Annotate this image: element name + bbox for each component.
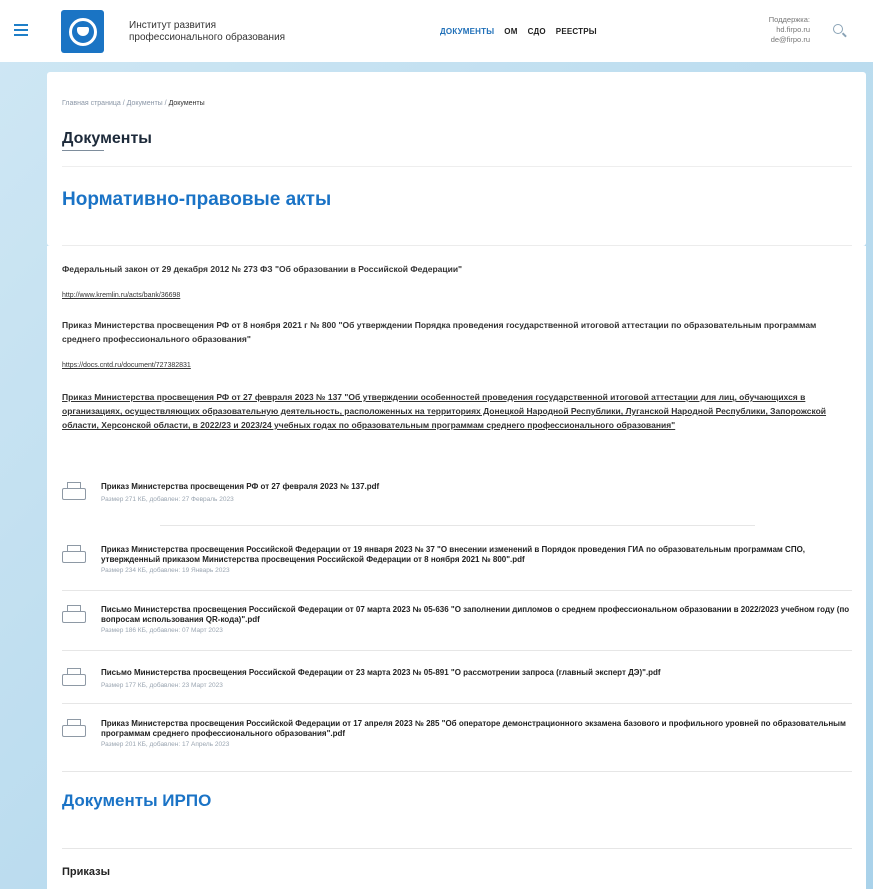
divider xyxy=(62,703,852,704)
file-meta: Размер 201 КБ, добавлен: 17 Апрель 2023 xyxy=(101,741,230,748)
breadcrumb-separator: / xyxy=(122,100,125,107)
nav-registries[interactable]: РЕЕСТРЫ xyxy=(556,27,597,36)
order-800-title: Приказ Министерства просвещения РФ от 8 … xyxy=(62,320,817,344)
file-title[interactable]: Приказ Министерства просвещения РФ от 27… xyxy=(101,482,861,492)
title-underline xyxy=(62,150,104,151)
divider xyxy=(62,650,852,651)
support-email-de[interactable]: de@firpo.ru xyxy=(769,35,810,45)
page-header-card xyxy=(47,72,866,246)
main-nav: ДОКУМЕНТЫ ОМ СДО РЕЕСТРЫ xyxy=(440,27,597,36)
search-icon[interactable] xyxy=(831,22,849,40)
divider xyxy=(62,848,852,849)
file-title[interactable]: Приказ Министерства просвещения Российск… xyxy=(101,719,861,739)
printer-icon xyxy=(62,545,86,565)
law-273-title: Федеральный закон от 29 декабря 2012 № 2… xyxy=(62,264,463,274)
file-title[interactable]: Письмо Министерства просвещения Российск… xyxy=(101,668,861,678)
nav-om[interactable]: ОМ xyxy=(504,27,517,36)
site-header: Институт развития профессионального обра… xyxy=(0,0,873,62)
support-email-hd[interactable]: hd.firpo.ru xyxy=(769,25,810,35)
divider xyxy=(160,525,755,526)
subsection-title-orders: Приказы xyxy=(62,866,111,878)
breadcrumb-current: Документы xyxy=(168,100,205,107)
divider xyxy=(62,166,852,167)
org-name[interactable]: Институт развития профессионального обра… xyxy=(129,20,285,44)
file-title[interactable]: Приказ Министерства просвещения Российск… xyxy=(101,545,861,565)
section-title-normative: Нормативно-правовые акты xyxy=(62,189,332,210)
support-contacts: Поддержка: hd.firpo.ru de@firpo.ru xyxy=(769,15,810,45)
file-meta: Размер 234 КБ, добавлен: 19 Январь 2023 xyxy=(101,567,230,574)
org-name-line2: профессионального образования xyxy=(129,32,286,43)
printer-icon xyxy=(62,482,86,502)
divider xyxy=(62,245,852,246)
nav-documents[interactable]: ДОКУМЕНТЫ xyxy=(440,27,494,36)
breadcrumb-separator: / xyxy=(164,100,167,107)
divider xyxy=(62,590,852,591)
breadcrumb-home[interactable]: Главная страница xyxy=(62,100,121,107)
nav-sdo[interactable]: СДО xyxy=(528,27,546,36)
printer-icon xyxy=(62,605,86,625)
file-title[interactable]: Письмо Министерства просвещения Российск… xyxy=(101,605,861,625)
order-800-link[interactable]: https://docs.cntd.ru/document/727382831 xyxy=(62,362,191,369)
section-title-irpo: Документы ИРПО xyxy=(62,791,212,810)
file-meta: Размер 271 КБ, добавлен: 27 Февраль 2023 xyxy=(101,496,234,503)
breadcrumb: Главная страница / Документы / Документы xyxy=(62,100,205,107)
menu-icon[interactable] xyxy=(14,24,28,39)
file-meta: Размер 186 КБ, добавлен: 07 Март 2023 xyxy=(101,627,223,634)
order-137-link[interactable]: Приказ Министерства просвещения РФ от 27… xyxy=(62,390,852,432)
breadcrumb-documents[interactable]: Документы xyxy=(127,100,163,107)
divider xyxy=(62,771,852,772)
logo[interactable] xyxy=(61,10,104,53)
file-meta: Размер 177 КБ, добавлен: 23 Март 2023 xyxy=(101,682,223,689)
page-title: Документы xyxy=(62,130,152,147)
support-label: Поддержка: xyxy=(768,15,810,24)
law-273-link[interactable]: http://www.kremlin.ru/acts/bank/36698 xyxy=(62,292,180,299)
printer-icon xyxy=(62,719,86,739)
org-name-line1: Институт развития xyxy=(129,20,217,31)
printer-icon xyxy=(62,668,86,688)
